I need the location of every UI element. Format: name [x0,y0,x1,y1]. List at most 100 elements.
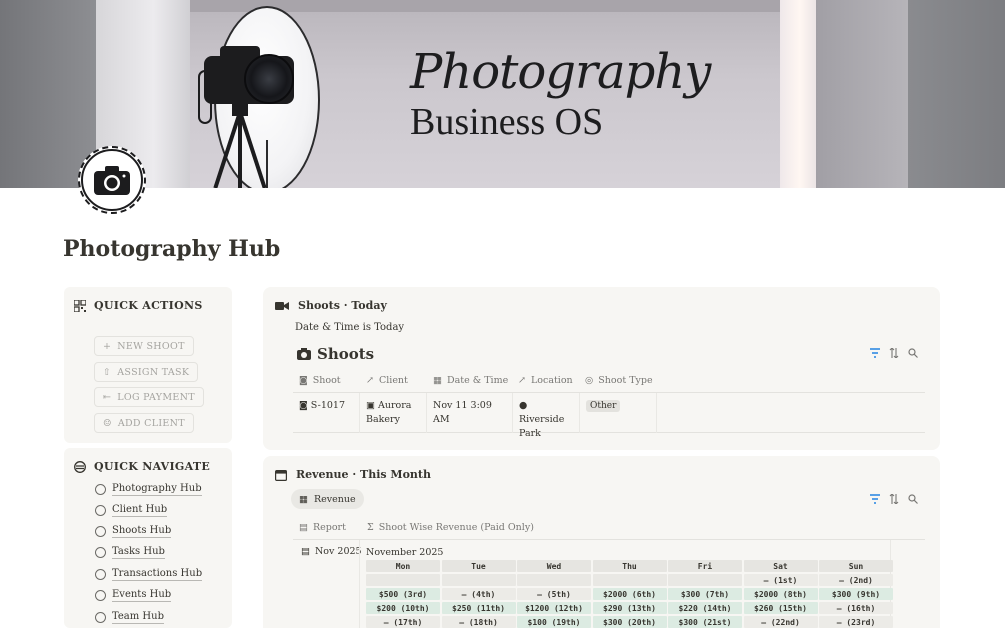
column-header-shoot[interactable]: ◙ Shoot [299,375,341,386]
calendar-day-cell: $220 (14th) [668,602,742,614]
filter-icon[interactable] [870,348,880,358]
search-icon[interactable] [908,348,918,358]
camera-icon [297,348,311,360]
column-header-datetime[interactable]: ▦ Date & Time [433,375,508,386]
revenue-table-header: ▤ Report Σ Shoot Wise Revenue (Paid Only… [293,520,925,540]
page-icon[interactable] [78,146,146,214]
calendar-day-cell: $2000 (8th) [743,588,818,600]
camera-lens-illustration [244,54,294,104]
search-icon[interactable] [908,494,918,504]
location-line2: Park [519,428,541,439]
cover-wall-left [0,0,96,188]
nav-team-hub[interactable]: Team Hub [95,611,164,624]
cell-shoot-type[interactable]: Other [580,393,657,433]
client-name-line1: Aurora [378,400,412,411]
filter-icon[interactable] [870,494,880,504]
cable-illustration [266,140,268,188]
column-label: Report [312,522,346,533]
calendar-day-cell: $2000 (6th) [592,588,667,600]
cell-shoot[interactable]: ◙ S-1017 [293,393,360,433]
calendar-day-cell: $500 (3rd) [366,588,440,600]
quick-navigate-panel: QUICK NAVIGATE Photography Hub Client Hu… [64,448,232,628]
nav-label: Client Hub [112,504,168,517]
cell-client[interactable]: ▣ Aurora Bakery [360,393,427,433]
camera-icon [81,149,143,211]
calendar-day-cell: — (22nd) [743,616,818,628]
calendar-day-cell: $100 (19th) [517,616,591,628]
doc-icon: ▤ [299,522,308,533]
client-name-line2: Bakery [366,414,400,425]
list-icon [95,547,106,558]
column-label: Shoot [312,375,341,386]
calendar-day-cell: — (23rd) [819,616,893,628]
shoots-db-title[interactable]: Shoots [297,345,374,363]
column-header-revenue[interactable]: Σ Shoot Wise Revenue (Paid Only) [367,522,534,533]
nav-photography-hub[interactable]: Photography Hub [95,483,202,496]
cell-datetime[interactable]: Nov 11 3:09 AM [427,393,513,433]
nav-shoots-hub[interactable]: Shoots Hub [95,525,172,538]
calendar-day-cell: $260 (15th) [743,602,818,614]
share-icon: ⇧ [103,366,112,378]
column-header-location[interactable]: ↗ Location [518,375,573,386]
column-header-client[interactable]: ↗ Client [366,375,408,386]
column-label: Shoot Type [598,375,653,386]
calendar-day-cell: $300 (9th) [819,588,893,600]
column-header-shoot-type[interactable]: ◎ Shoot Type [585,375,653,386]
nav-client-hub[interactable]: Client Hub [95,504,168,517]
table-row[interactable]: ◙ S-1017 ▣ Aurora Bakery Nov 11 3:09 AM … [293,393,925,439]
calendar-weekday: Wed [517,560,591,572]
plus-icon: + [103,340,112,352]
quick-navigate-title: QUICK NAVIGATE [94,460,211,473]
shoots-today-title: Shoots · Today [298,299,387,312]
cover-window-light [780,0,820,188]
nav-events-hub[interactable]: Events Hub [95,589,172,602]
column-header-report[interactable]: ▤ Report [299,522,346,533]
cover-script-title: Photography [410,44,711,100]
column-label: Location [530,375,573,386]
calendar-weekday: Fri [668,560,742,572]
calendar-day-cell: — (5th) [517,588,591,600]
calendar-day-cell: — (1st) [743,574,818,586]
calendar-day-cell [592,574,667,586]
calendar-weekday: Sat [743,560,818,572]
add-client-button[interactable]: ☺ ADD CLIENT [94,413,194,433]
calendar-weekday: Thu [592,560,667,572]
shoot-type-tag: Other [586,400,621,412]
revenue-view-tab[interactable]: ▦ Revenue [291,489,364,509]
cover-image: Photography Business OS [0,0,1005,188]
nav-transactions-hub[interactable]: Transactions Hub [95,568,203,581]
quick-actions-panel: QUICK ACTIONS + NEW SHOOT ⇧ ASSIGN TASK … [64,287,232,443]
doc-icon: ▤ [301,546,310,557]
calendar-icon [275,469,287,481]
camera-icon [95,526,106,537]
new-shoot-label: NEW SHOOT [117,340,185,352]
column-label: Shoot Wise Revenue (Paid Only) [378,522,534,533]
revenue-heading: Revenue · This Month [275,468,431,481]
log-payment-button[interactable]: ⇤ LOG PAYMENT [94,387,204,407]
camera-icon: ◙ [299,401,308,411]
calendar-weekday: Mon [366,560,440,572]
cell-location[interactable]: ● Riverside Park [513,393,580,439]
nav-label: Tasks Hub [112,546,165,559]
assign-task-button[interactable]: ⇧ ASSIGN TASK [94,362,199,382]
quick-actions-title: QUICK ACTIONS [94,299,203,312]
sort-icon[interactable] [889,494,899,504]
sort-icon[interactable] [889,348,899,358]
location-line1: Riverside [519,414,565,425]
calendar-weekday: Tue [441,560,516,572]
quick-navigate-heading: QUICK NAVIGATE [74,460,210,473]
calendar-day-cell [668,574,742,586]
log-icon: ⇤ [103,391,112,403]
person-icon: ☺ [103,417,112,429]
calendar-weekday: Sun [819,560,893,572]
calendar-day-cell: $300 (21st) [668,616,742,628]
cover-wall-far [908,0,1005,188]
cover-main-title: Business OS [410,101,604,143]
calendar-day-cell: $300 (20th) [592,616,667,628]
calendar-day-cell: $290 (13th) [592,602,667,614]
compass-icon: ● [519,400,528,411]
nav-tasks-hub[interactable]: Tasks Hub [95,546,165,559]
report-cell[interactable]: ▤ Nov 2025 [301,546,362,557]
calendar-icon: ▦ [433,375,442,386]
new-shoot-button[interactable]: + NEW SHOOT [94,336,194,356]
